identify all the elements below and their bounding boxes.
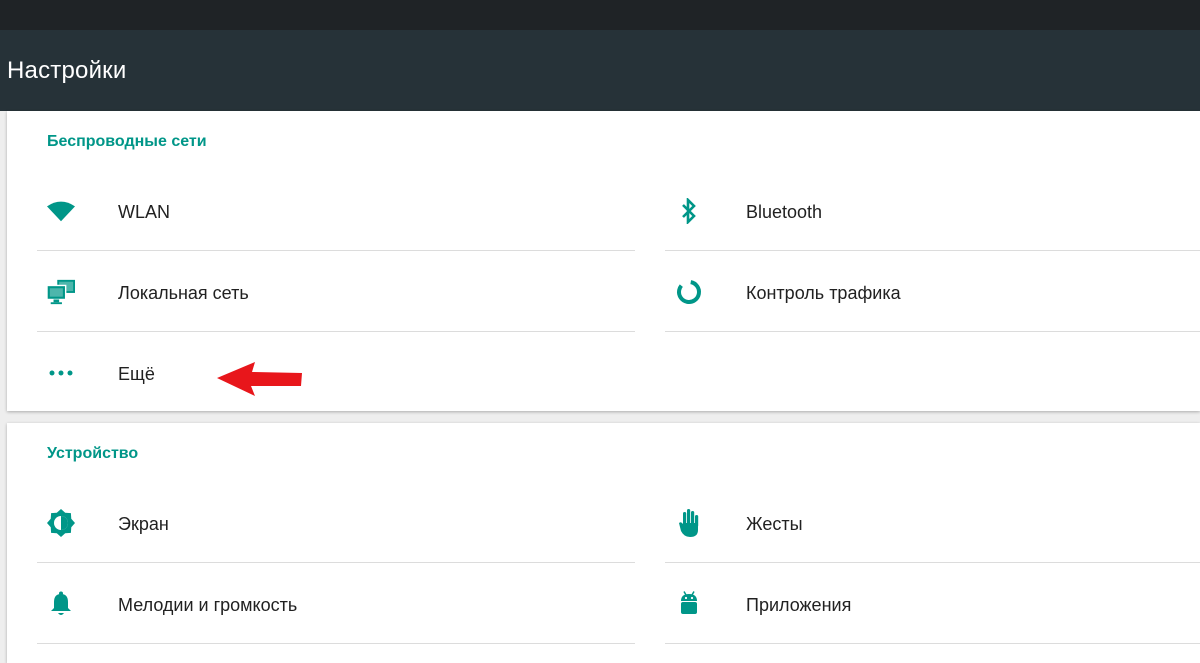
settings-item-label: Жесты [746,514,803,534]
section-device: Устройство Экран Жесты Мелодии и громкос… [7,423,1200,663]
arrow-pointer-icon [217,362,302,396]
settings-item-label: Ещё [118,364,155,384]
android-icon [675,590,703,618]
bluetooth-icon [675,197,703,225]
settings-item-gestures[interactable]: Жесты [665,483,1200,563]
settings-item-apps[interactable]: Приложения [665,564,1200,644]
divider [665,250,1200,251]
divider [37,331,635,332]
divider [665,643,1200,644]
wifi-icon [47,197,75,225]
settings-item-label: WLAN [118,202,171,222]
settings-item-local-network[interactable]: Локальная сеть [37,252,635,332]
divider [37,562,635,563]
settings-item-label: Bluetooth [746,202,823,222]
settings-item-label: Локальная сеть [118,283,249,303]
status-bar [0,0,1200,30]
settings-item-wlan[interactable]: WLAN [37,171,635,251]
settings-item-label: Приложения [746,595,852,615]
divider [37,643,635,644]
settings-item-data-usage[interactable]: Контроль трафика [665,252,1200,332]
page-title: Настройки [7,57,127,84]
app-bar: Настройки [0,30,1200,111]
settings-item-bluetooth[interactable]: Bluetooth [665,171,1200,251]
more-icon [47,359,75,387]
data-usage-icon [675,278,703,306]
section-wireless-networks: Беспроводные сети WLAN Bluetooth Локальн… [7,111,1200,411]
section-title-device: Устройство [47,445,139,462]
settings-item-display[interactable]: Экран [37,483,635,563]
divider [665,562,1200,563]
settings-item-label: Экран [118,514,169,534]
bell-icon [47,590,75,618]
settings-item-label: Мелодии и громкость [118,595,298,615]
brightness-icon [47,509,75,537]
settings-item-sounds[interactable]: Мелодии и громкость [37,564,635,644]
ethernet-icon [47,278,75,306]
section-title-wireless: Беспроводные сети [47,133,207,150]
hand-icon [675,509,703,537]
settings-item-more[interactable]: Ещё [37,333,635,413]
divider [37,250,635,251]
divider [665,331,1200,332]
settings-item-label: Контроль трафика [746,283,901,303]
